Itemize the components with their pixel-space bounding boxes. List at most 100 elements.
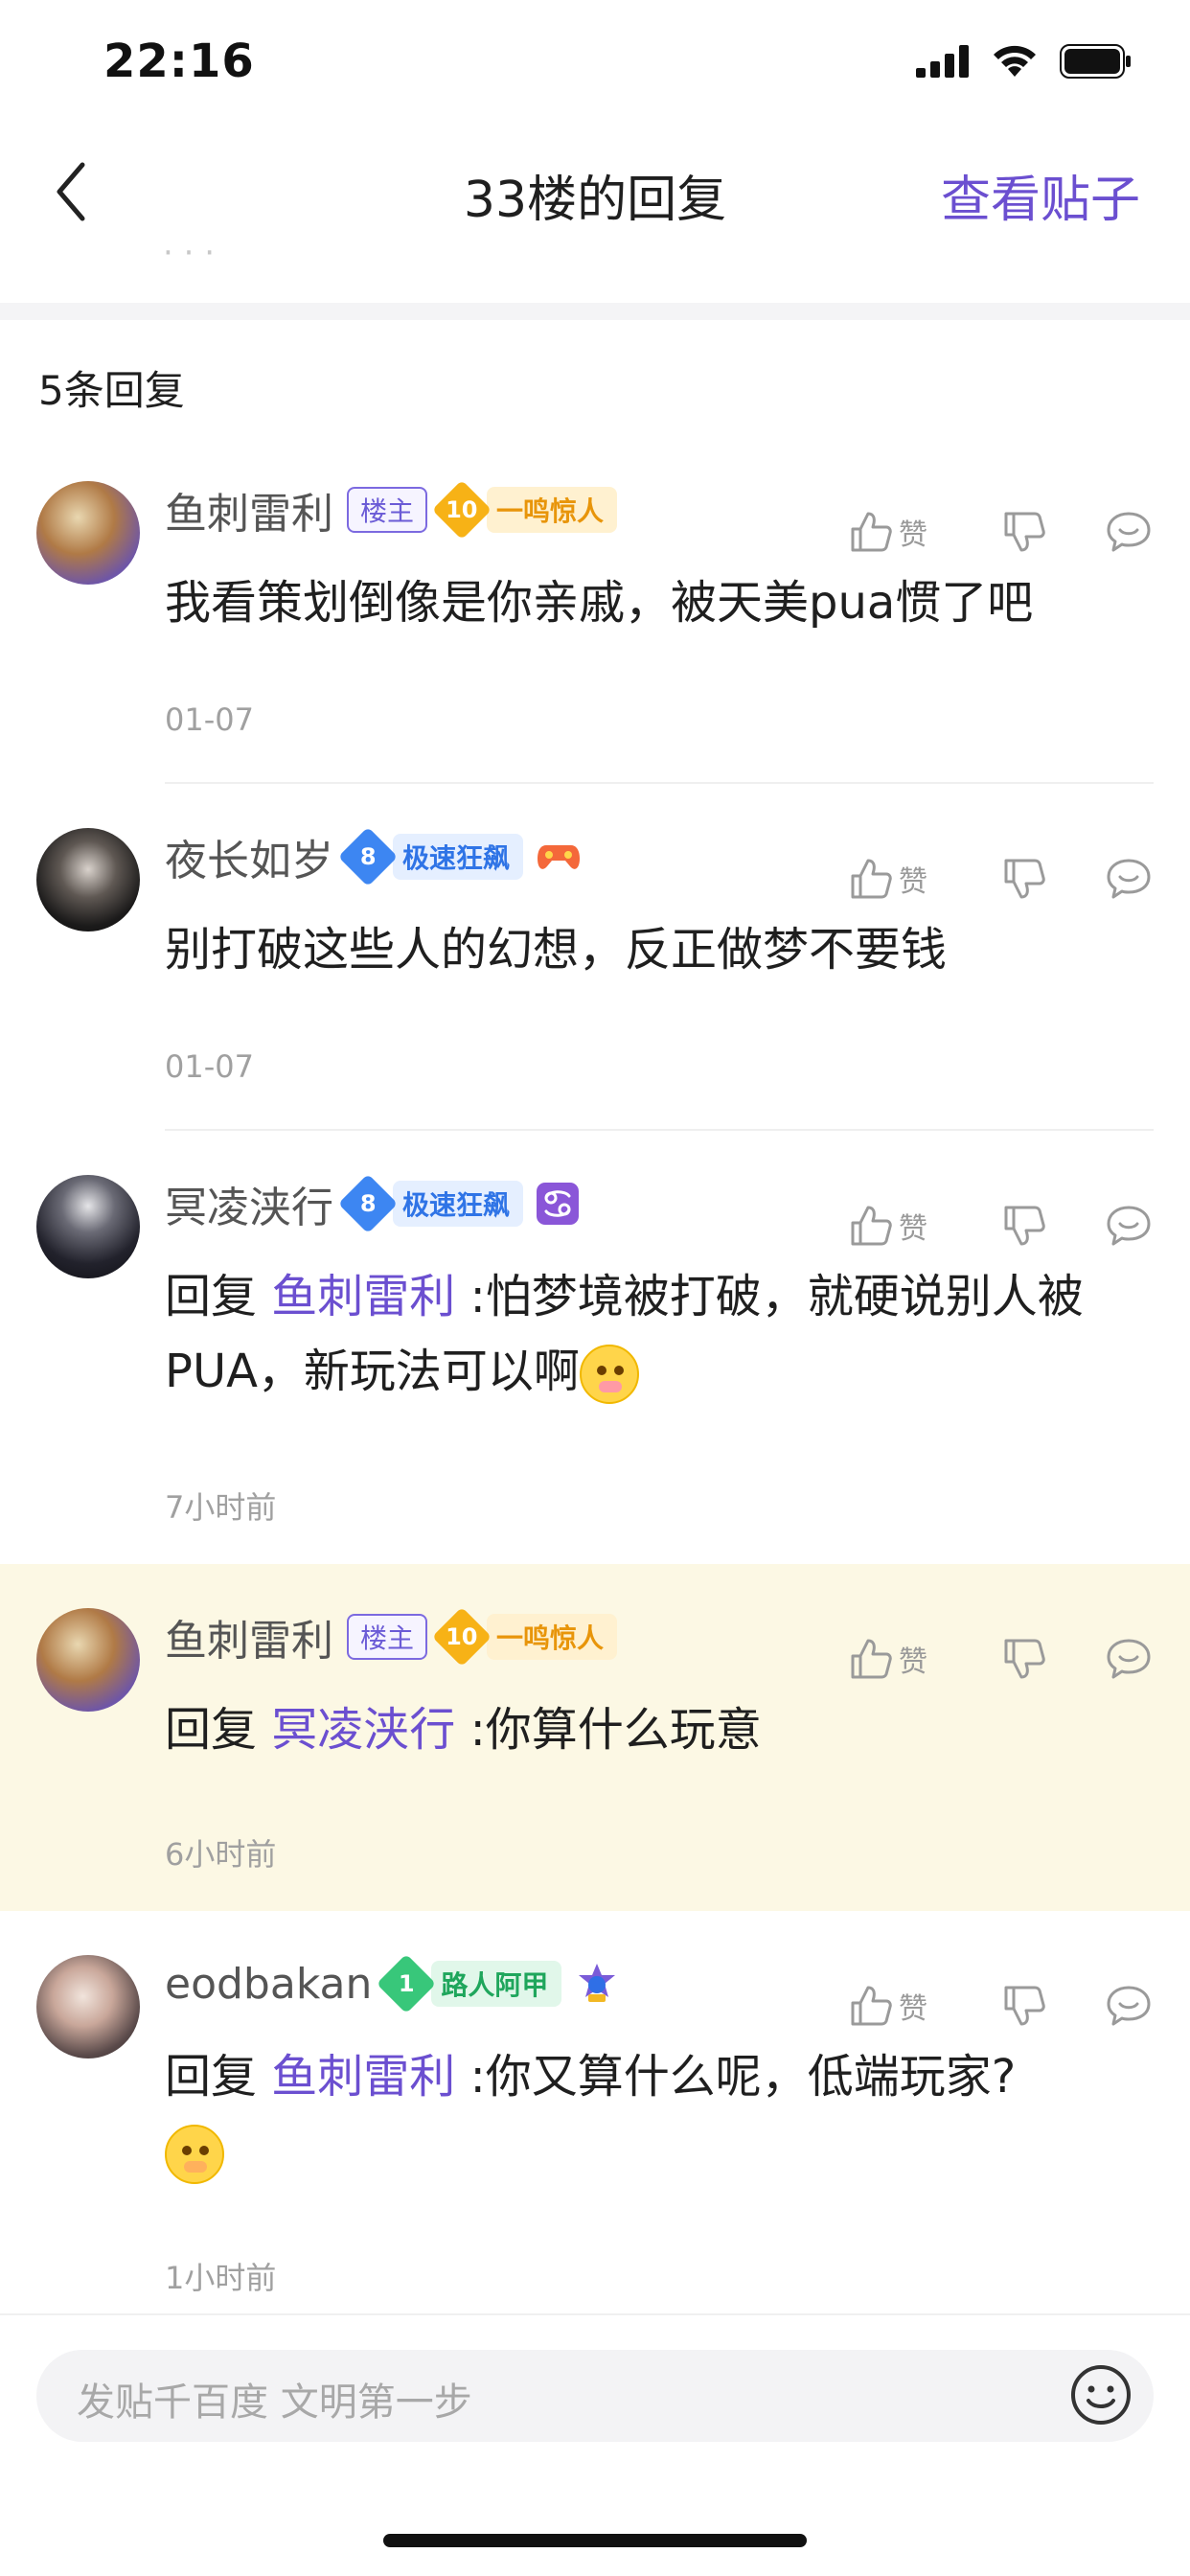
like-button[interactable]: 赞	[849, 510, 954, 554]
dislike-button[interactable]	[1002, 1984, 1046, 2028]
level-gem-icon: 1	[377, 1953, 437, 2014]
comment-item: 鱼刺雷利 楼主 10 一鸣惊人 赞 我看策划倒像是你亲戚，被天美pua惯了吧 0…	[0, 450, 1190, 786]
avatar[interactable]	[36, 1608, 140, 1712]
reply-input-placeholder: 发贴千百度 文明第一步	[77, 2380, 472, 2425]
home-indicator	[383, 2534, 807, 2547]
comment-time: 7小时前	[165, 1489, 277, 1526]
avatar[interactable]	[36, 1955, 140, 2058]
dislike-button[interactable]	[1002, 1204, 1046, 1248]
level-title: 一鸣惊人	[487, 1614, 618, 1660]
comment-item: 夜长如岁 8 极速狂飙 赞 别打破这些人的幻想，反正做梦不要钱 01-07	[0, 797, 1190, 1133]
reply-button[interactable]	[1106, 1204, 1152, 1248]
reply-button[interactable]	[1106, 1637, 1152, 1681]
thumbs-down-icon	[1004, 1639, 1045, 1679]
comment-text: 我看策划倒像是你亲戚，被天美pua惯了吧	[165, 576, 1034, 630]
reply-prefix: 回复	[165, 1270, 258, 1323]
thumbs-down-icon	[1004, 1986, 1045, 2026]
like-button[interactable]: 赞	[849, 1204, 954, 1248]
comment-bubble-icon	[1107, 1986, 1151, 2026]
avatar[interactable]	[36, 481, 140, 585]
username[interactable]: 冥凌浃行	[165, 1173, 333, 1234]
like-label: 赞	[899, 865, 927, 899]
thumbs-up-icon	[851, 859, 892, 899]
avatar[interactable]	[36, 828, 140, 932]
divider	[165, 1560, 1154, 1562]
thumbs-up-icon	[851, 1986, 892, 2026]
level-title: 路人阿甲	[431, 1961, 562, 2007]
like-label: 赞	[899, 1212, 927, 1246]
comment-time: 1小时前	[165, 2260, 277, 2296]
thumbs-down-icon	[1004, 1206, 1045, 1246]
divider	[165, 782, 1154, 784]
level-badge: 10 一鸣惊人	[431, 1606, 618, 1668]
level-title: 极速狂飙	[393, 1181, 524, 1227]
comment-text: 回复 冥凌浃行 :你算什么玩意	[165, 1703, 762, 1757]
nav-bar: 33楼的回复 查看贴子	[0, 134, 1190, 249]
avatar[interactable]	[36, 1175, 140, 1278]
owner-badge: 楼主	[347, 487, 428, 533]
username[interactable]: 鱼刺雷利	[165, 479, 333, 540]
emoji-picker-icon[interactable]	[1069, 2363, 1133, 2426]
comment-text: 回复 鱼刺雷利 :怕梦境被打破，就硬说别人被PUA，新玩法可以啊	[165, 1259, 1113, 1409]
reply-button[interactable]	[1106, 857, 1152, 901]
comment-text: 别打破这些人的幻想，反正做梦不要钱	[165, 923, 948, 977]
reply-button[interactable]	[1106, 1984, 1152, 2028]
comment-item: eodbakan 1 路人阿甲 赞 回复 鱼刺雷利 :你又算什么呢，低端玩家? …	[0, 1917, 1190, 2310]
zodiac-cancer-icon	[537, 1183, 580, 1225]
dislike-button[interactable]	[1002, 510, 1046, 554]
owner-badge: 楼主	[347, 1614, 428, 1660]
comment-text: 回复 鱼刺雷利 :你又算什么呢，低端玩家?	[165, 2039, 1113, 2189]
section-divider	[0, 303, 1190, 320]
dislike-button[interactable]	[1002, 857, 1046, 901]
battery-icon	[1060, 44, 1131, 79]
comment-bubble-icon	[1107, 859, 1151, 899]
comment-bubble-icon	[1107, 1639, 1151, 1679]
level-title: 极速狂飙	[393, 834, 524, 880]
level-badge: 10 一鸣惊人	[431, 479, 618, 540]
level-title: 一鸣惊人	[487, 487, 618, 533]
like-label: 赞	[899, 1645, 927, 1679]
like-label: 赞	[899, 1992, 927, 2026]
comment-bubble-icon	[1107, 512, 1151, 552]
reply-prefix: 回复	[165, 1703, 258, 1757]
divider	[165, 1129, 1154, 1131]
mention-link[interactable]: 鱼刺雷利	[271, 1270, 455, 1323]
reply-count: 5条回复	[38, 367, 185, 414]
mention-link[interactable]: 冥凌浃行	[271, 1703, 455, 1757]
status-time: 22:16	[103, 34, 255, 88]
cellular-signal-icon	[916, 45, 969, 78]
username[interactable]: 鱼刺雷利	[165, 1606, 333, 1668]
thumbs-up-icon	[851, 512, 892, 552]
level-gem-icon: 8	[337, 1173, 399, 1234]
thumbs-up-icon	[851, 1206, 892, 1246]
reply-input[interactable]: 发贴千百度 文明第一步	[36, 2350, 1154, 2442]
comment-item-highlighted: 鱼刺雷利 楼主 10 一鸣惊人 赞 回复 冥凌浃行 :你算什么玩意 6小时前	[0, 1564, 1190, 1911]
like-button[interactable]: 赞	[849, 857, 954, 901]
wifi-icon	[994, 45, 1036, 77]
gamepad-icon	[538, 845, 581, 869]
like-button[interactable]: 赞	[849, 1637, 954, 1681]
level-badge: 8 极速狂飙	[337, 826, 524, 887]
rank-medal-icon	[579, 1964, 616, 2002]
clipped-content: · · ·	[0, 249, 1190, 303]
level-gem-icon: 10	[431, 1606, 492, 1668]
comment-time: 01-07	[165, 702, 254, 738]
thumbs-down-icon	[1004, 859, 1045, 899]
mention-link[interactable]: 鱼刺雷利	[271, 2050, 455, 2104]
view-post-button[interactable]: 查看贴子	[941, 159, 1140, 231]
username[interactable]: 夜长如岁	[165, 826, 333, 887]
status-bar: 22:16	[0, 0, 1190, 125]
comment-bubble-icon	[1107, 1206, 1151, 1246]
username[interactable]: eodbakan	[165, 1960, 372, 2009]
comment-item: 冥凌浃行 8 极速狂飙 赞 回复 鱼刺雷利 :怕梦境被打破，就硬说别人被PUA，…	[0, 1144, 1190, 1562]
thinking-emoji-icon	[579, 1345, 639, 1404]
reply-prefix: 回复	[165, 2050, 258, 2104]
dislike-button[interactable]	[1002, 1637, 1046, 1681]
level-badge: 8 极速狂飙	[337, 1173, 524, 1234]
level-gem-icon: 8	[337, 826, 399, 887]
reply-button[interactable]	[1106, 510, 1152, 554]
like-label: 赞	[899, 518, 927, 552]
level-badge: 1 路人阿甲	[377, 1953, 562, 2014]
thumbs-up-icon	[851, 1639, 892, 1679]
like-button[interactable]: 赞	[849, 1984, 954, 2028]
